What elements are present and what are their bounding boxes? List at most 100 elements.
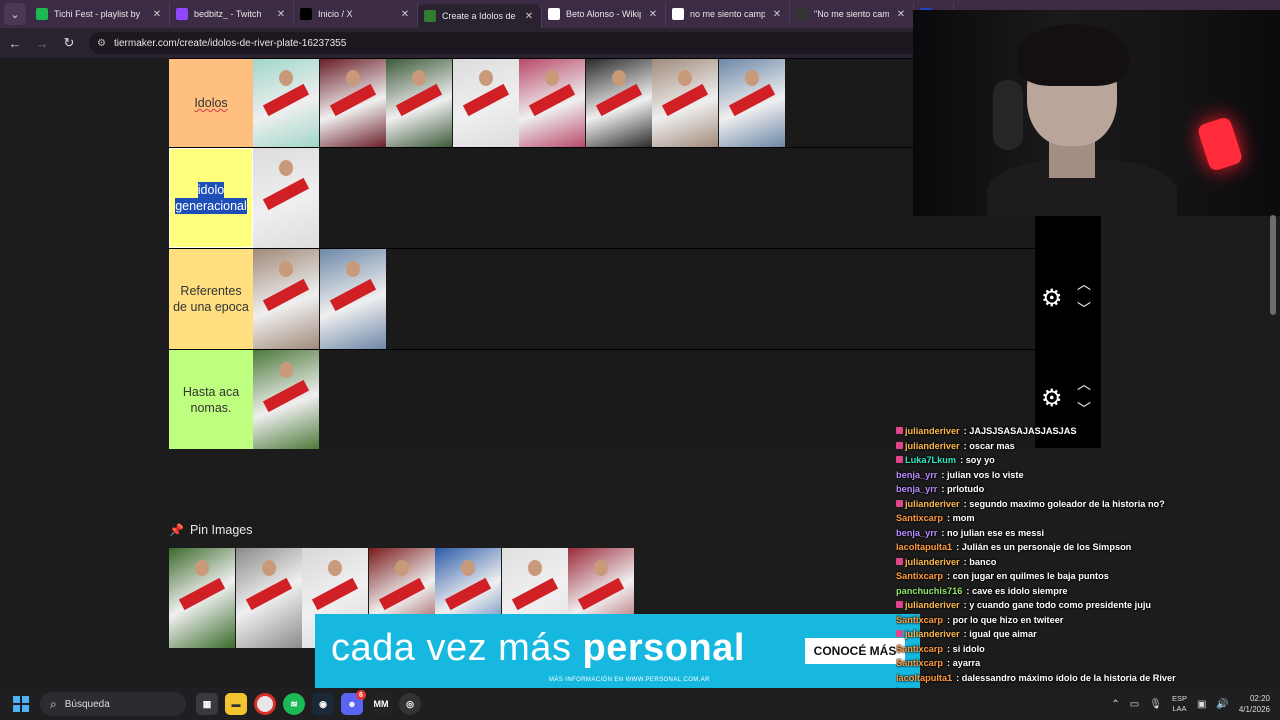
chat-text: Julián es un personaje de los Simpson	[961, 542, 1132, 552]
tier-image[interactable]	[253, 249, 319, 349]
chat-username[interactable]: lacoltapulta1	[896, 542, 952, 552]
chat-username[interactable]: julianderiver	[905, 629, 960, 639]
close-tab-icon[interactable]: ✕	[895, 9, 907, 20]
obs-icon[interactable]: ◎	[399, 693, 421, 715]
tier-image[interactable]	[253, 148, 319, 248]
chat-username[interactable]: benja_yrr	[896, 470, 937, 480]
tier-label-referentes[interactable]: Referentes de una epoca	[169, 249, 253, 349]
tab-search-dropdown-icon[interactable]: ⌄	[4, 3, 26, 25]
chat-username[interactable]: julianderiver	[905, 426, 960, 436]
personal-ad-banner[interactable]: cada vez más personal CONOCÉ MÁS MÁS INF…	[315, 614, 920, 688]
chat-message: julianderiver: banco	[896, 555, 1206, 570]
network-icon[interactable]: ▣	[1197, 699, 1206, 710]
browser-tab-title: bedbitz_ - Twitch	[194, 9, 262, 19]
discord-icon[interactable]: ☻ 6	[341, 690, 366, 715]
windows-start-icon[interactable]	[10, 693, 32, 715]
browser-tab[interactable]: Create a Idolos de River ✕	[418, 4, 542, 28]
row-move-up-icon[interactable]: ︿	[1077, 377, 1091, 391]
browser-tab[interactable]: "No me siento camp ✕	[790, 2, 914, 26]
tier-image[interactable]	[253, 59, 319, 147]
forward-arrow-icon[interactable]: →	[30, 31, 54, 55]
page-scrollbar[interactable]	[1270, 215, 1276, 315]
tiermaker-icon	[424, 10, 436, 22]
tier-image[interactable]	[718, 59, 785, 147]
uhn-icon	[796, 8, 808, 20]
tier-label-idolos[interactable]: Idolos	[169, 59, 253, 147]
reload-icon[interactable]: ↻	[57, 31, 81, 55]
tier-image[interactable]	[585, 59, 652, 147]
pin-image[interactable]	[169, 548, 235, 648]
chat-username[interactable]: julianderiver	[905, 499, 960, 509]
row-settings-gear-icon[interactable]: ⚙	[1041, 284, 1063, 313]
close-tab-icon[interactable]: ✕	[399, 9, 411, 20]
chat-username[interactable]: julianderiver	[905, 557, 960, 567]
chat-username[interactable]: lacoltapulta1	[896, 673, 952, 683]
chat-username[interactable]: panchuchis716	[896, 586, 962, 596]
site-settings-icon[interactable]: ⚙	[97, 38, 106, 49]
chat-username[interactable]: benja_yrr	[896, 484, 937, 494]
browser-tab[interactable]: no me siento campe ✕	[666, 2, 790, 26]
close-tab-icon[interactable]: ✕	[647, 9, 659, 20]
chat-username[interactable]: Luka7Lkum	[905, 455, 956, 465]
steam-icon[interactable]: ◉	[312, 693, 334, 715]
chat-username[interactable]: Santixcarp	[896, 658, 943, 668]
chat-username[interactable]: Santixcarp	[896, 513, 943, 523]
player-face	[461, 560, 475, 576]
row-move-down-icon[interactable]: ﹀	[1077, 302, 1091, 316]
row-settings-gear-icon[interactable]: ⚙	[1041, 384, 1063, 413]
tier-image[interactable]	[386, 59, 452, 147]
browser-tab[interactable]: Inicio / X ✕	[294, 2, 418, 26]
close-tab-icon[interactable]: ✕	[151, 9, 163, 20]
chat-message: benja_yrr: no julian ese es messi	[896, 526, 1206, 541]
chrome-icon[interactable]	[254, 693, 276, 715]
row-move-down-icon[interactable]: ﹀	[1077, 402, 1091, 416]
tray-mic-icon[interactable]: 🎙	[1149, 699, 1162, 710]
tier-label-text: Hasta aca nomas.	[182, 384, 240, 415]
spotify-icon[interactable]: ≋	[283, 693, 305, 715]
tray-usb-icon[interactable]: ▭	[1130, 699, 1139, 710]
close-tab-icon[interactable]: ✕	[523, 11, 535, 22]
chat-username[interactable]: julianderiver	[905, 600, 960, 610]
taskbar-search-input[interactable]: ⌕ Búsqueda	[40, 692, 186, 716]
tray-chevron-icon[interactable]: ⌃	[1111, 699, 1119, 710]
browser-tab[interactable]: Beto Alonso - Wikipe ✕	[542, 2, 666, 26]
close-tab-icon[interactable]: ✕	[771, 9, 783, 20]
player-face	[594, 560, 608, 576]
tier-label-idolo-generacional[interactable]: idolo generacional	[169, 148, 253, 248]
ad-cta-button[interactable]: CONOCÉ MÁS	[805, 638, 905, 664]
task-view-icon[interactable]: ▦	[196, 693, 218, 715]
player-face	[478, 69, 493, 86]
back-arrow-icon[interactable]: ←	[3, 31, 27, 55]
taskbar-clock[interactable]: 02:20 4/1/2026	[1239, 693, 1270, 715]
player-face	[345, 69, 360, 86]
tier-image[interactable]	[652, 59, 718, 147]
chat-username[interactable]: Santixcarp	[896, 644, 943, 654]
chat-username[interactable]: Santixcarp	[896, 615, 943, 625]
close-tab-icon[interactable]: ✕	[275, 9, 287, 20]
player-face	[412, 69, 426, 86]
browser-tab[interactable]: bedbitz_ - Twitch ✕	[170, 2, 294, 26]
chat-text: banco	[969, 556, 997, 567]
pin-image[interactable]	[235, 548, 302, 648]
browser-tab[interactable]: Tichi Fest - playlist by ✕	[30, 2, 170, 26]
chat-username[interactable]: julianderiver	[905, 441, 960, 451]
tier-image[interactable]	[253, 350, 319, 449]
tier-image[interactable]	[519, 59, 585, 147]
chat-username[interactable]: Santixcarp	[896, 571, 943, 581]
pin-icon: 📌	[169, 523, 184, 537]
chat-badge-icon	[896, 456, 903, 463]
chat-text: por lo que hizo en twiteer	[952, 614, 1064, 625]
tier-image[interactable]	[319, 59, 386, 147]
tier-image[interactable]	[319, 249, 386, 349]
chat-username[interactable]: benja_yrr	[896, 528, 937, 538]
tier-label-hasta-aca[interactable]: Hasta aca nomas.	[169, 350, 253, 449]
mm-app-icon[interactable]: MM	[370, 693, 392, 715]
language-indicator[interactable]: ESP LAA	[1172, 694, 1187, 714]
file-explorer-icon[interactable]: ▬	[225, 693, 247, 715]
tier-image[interactable]	[452, 59, 519, 147]
volume-icon[interactable]: 🔊	[1216, 699, 1228, 710]
url-input[interactable]: ⚙ tiermaker.com/create/idolos-de-river-p…	[89, 32, 989, 54]
row-move-up-icon[interactable]: ︿	[1077, 277, 1091, 291]
chat-badge-icon	[896, 601, 903, 608]
chat-message: benja_yrr: prlotudo	[896, 482, 1206, 497]
